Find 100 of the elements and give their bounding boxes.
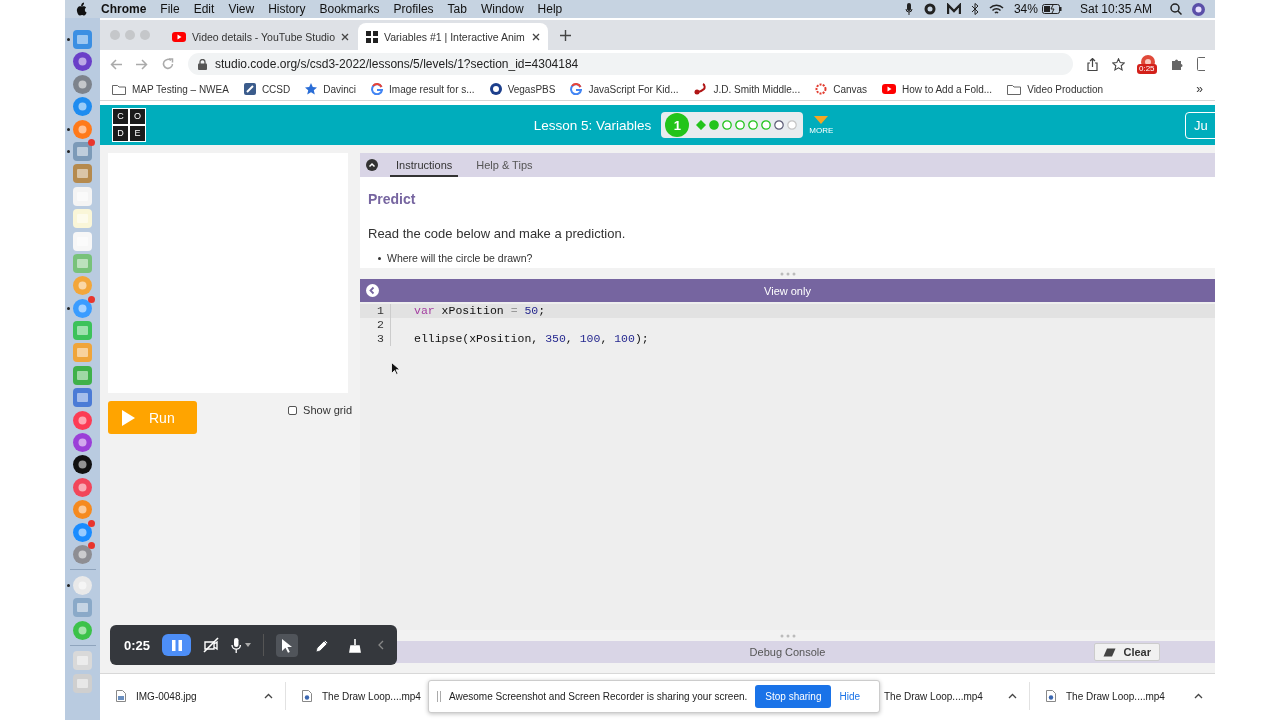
video-file-icon: [1046, 690, 1056, 702]
caret-icon[interactable]: [264, 693, 273, 699]
menu-item[interactable]: Bookmarks: [319, 2, 380, 16]
bookmark-link[interactable]: Image result for s...: [389, 83, 475, 95]
broom-icon: [348, 637, 363, 653]
menu-item[interactable]: History: [268, 2, 306, 16]
code-line: ellipse(xPosition, 350, 100, 100);: [390, 332, 649, 346]
play-icon: [122, 409, 135, 426]
forward-arrow-icon[interactable]: [136, 58, 148, 70]
menubar-clock: Sat 10:35 AM: [1079, 2, 1152, 16]
microphone-icon[interactable]: [904, 3, 913, 15]
level-dot-icon[interactable]: [748, 120, 759, 130]
drag-handle-icon[interactable]: [437, 691, 441, 702]
resize-grip-icon[interactable]: [779, 633, 796, 638]
level-dot-icon[interactable]: [722, 120, 733, 130]
sidebar-icon[interactable]: [1197, 57, 1205, 71]
share-icon[interactable]: [1087, 57, 1098, 71]
close-icon[interactable]: [341, 32, 350, 41]
camera-off-icon[interactable]: [203, 637, 220, 653]
download-item[interactable]: IMG-0048.jpg: [136, 690, 254, 702]
avatar-icon[interactable]: [1192, 2, 1205, 16]
wifi-icon[interactable]: [988, 3, 1004, 15]
level-dot-icon[interactable]: [774, 120, 785, 130]
status-icon[interactable]: [922, 3, 937, 15]
cursor-tool[interactable]: [276, 633, 299, 657]
hide-link[interactable]: Hide: [839, 691, 861, 702]
instructions-text: Read the code below and make a prediction.: [368, 226, 627, 241]
reload-icon[interactable]: [162, 58, 174, 70]
more-bookmarks-button[interactable]: »: [1196, 82, 1203, 96]
google-icon: [371, 83, 384, 95]
instructions-tab[interactable]: Help & Tips: [470, 153, 539, 177]
stop-sharing-button[interactable]: Stop sharing: [755, 685, 832, 708]
code-line: var xPosition = 50;: [390, 304, 546, 318]
puzzle-icon[interactable]: [1171, 58, 1183, 70]
collapse-icon[interactable]: [366, 159, 378, 171]
scorpion-icon: [693, 83, 708, 95]
new-tab-icon[interactable]: [560, 29, 571, 41]
menu-item[interactable]: Tab: [447, 2, 467, 16]
caret-icon[interactable]: [1194, 693, 1203, 699]
checkbox[interactable]: [288, 405, 298, 415]
clear-button[interactable]: Clear: [1094, 643, 1160, 661]
level-dot-icon[interactable]: [709, 120, 720, 130]
status-icon[interactable]: [946, 3, 961, 15]
view-only-label: View only: [764, 284, 811, 297]
code-logo[interactable]: C O D E: [112, 108, 146, 142]
bookmark-link[interactable]: CCSD: [261, 83, 291, 95]
menu-item[interactable]: Window: [480, 2, 524, 16]
level-dot-icon[interactable]: [735, 120, 746, 130]
apple-icon: [75, 2, 87, 16]
menu-item[interactable]: File: [160, 2, 180, 16]
level-diamond-icon[interactable]: [696, 120, 707, 130]
line-number: 2: [376, 318, 384, 332]
bookmark-link[interactable]: Video Production: [1027, 83, 1104, 95]
back-circle-icon[interactable]: [366, 284, 379, 297]
video-play-icon: [882, 84, 897, 94]
bookmark-link[interactable]: J.D. Smith Middle...: [713, 83, 801, 95]
debug-console-title: Debug Console: [749, 646, 826, 658]
download-item[interactable]: The Draw Loop....mp4: [1066, 690, 1184, 702]
download-item[interactable]: The Draw Loop....mp4: [884, 690, 998, 702]
pencil-icon: [314, 637, 329, 653]
bookmark-link[interactable]: JavaScript For Kid...: [588, 83, 679, 95]
address-bar[interactable]: studio.code.org/s/csd3-2022/lessons/5/levels/1?section_id=4304184: [188, 53, 1073, 75]
bookmark-link[interactable]: VegasPBS: [507, 83, 556, 95]
pause-button[interactable]: [162, 634, 192, 656]
ring-icon: [815, 83, 828, 95]
bookmark-link[interactable]: Davinci: [323, 83, 357, 95]
pbs-icon: [489, 83, 502, 95]
bookmark-link[interactable]: MAP Testing – NWEA: [132, 83, 229, 95]
recording-timer: 0:25: [124, 637, 151, 653]
browser-tab[interactable]: Variables #1 | Interactive Anim: [358, 23, 548, 50]
checkbox-label[interactable]: Show grid: [303, 404, 352, 416]
menu-item[interactable]: Edit: [193, 2, 215, 16]
battery-icon: [1041, 4, 1062, 14]
bookmark-link[interactable]: How to Add a Fold...: [902, 83, 993, 95]
level-dot-icon[interactable]: [761, 120, 772, 130]
resize-grip-icon[interactable]: [779, 271, 796, 276]
caret-icon[interactable]: [245, 643, 252, 647]
microphone-icon[interactable]: [231, 637, 242, 653]
dropdown-triangle-icon[interactable]: [814, 115, 829, 124]
folder-icon: [112, 83, 126, 95]
close-icon[interactable]: [532, 32, 540, 41]
menu-item[interactable]: Help: [537, 2, 563, 16]
level-dot-icon[interactable]: [787, 120, 798, 130]
app-menu[interactable]: Chrome: [101, 2, 147, 16]
bookmark-link[interactable]: Canvas: [833, 83, 868, 95]
video-file-icon: [302, 690, 312, 702]
google-icon: [570, 83, 583, 95]
star-outline-icon[interactable]: [1112, 57, 1125, 71]
menu-item[interactable]: View: [228, 2, 255, 16]
browser-tab[interactable]: Video details - YouTube Studio: [164, 23, 354, 50]
bluetooth-icon[interactable]: [970, 3, 979, 15]
instructions-bullet: Where will the circle be drawn?: [387, 252, 533, 264]
star-icon: [305, 83, 318, 95]
chevron-left-icon[interactable]: [378, 640, 385, 650]
search-icon[interactable]: [1170, 3, 1182, 15]
caret-icon[interactable]: [1008, 693, 1017, 699]
dock-app-icon[interactable]: [73, 455, 92, 475]
menu-item[interactable]: Profiles: [393, 2, 434, 16]
back-arrow-icon[interactable]: [110, 58, 122, 70]
line-number: 1: [376, 304, 384, 318]
